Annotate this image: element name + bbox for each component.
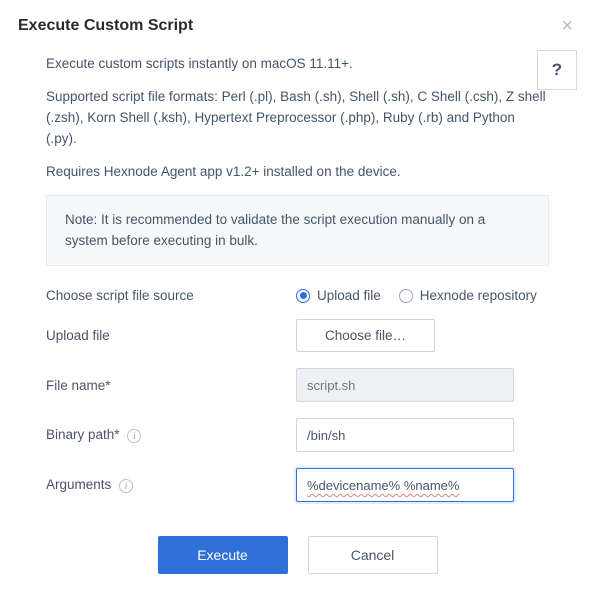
info-icon[interactable]: i bbox=[119, 479, 133, 493]
label-source: Choose script file source bbox=[46, 288, 296, 303]
close-button[interactable]: × bbox=[557, 16, 577, 36]
intro-line-2: Supported script file formats: Perl (.pl… bbox=[46, 87, 549, 150]
arguments-input[interactable]: %devicename% %name% bbox=[296, 468, 514, 502]
intro-line-3: Requires Hexnode Agent app v1.2+ install… bbox=[46, 162, 549, 183]
radio-repo-label: Hexnode repository bbox=[420, 288, 537, 303]
intro-line-1: Execute custom scripts instantly on macO… bbox=[46, 54, 549, 75]
label-arguments: Arguments i bbox=[46, 477, 296, 493]
label-binary-path: Binary path* i bbox=[46, 427, 296, 443]
row-source: Choose script file source Upload file He… bbox=[46, 288, 549, 303]
arguments-text: Arguments bbox=[46, 477, 111, 492]
close-icon: × bbox=[561, 15, 573, 37]
modal-title: Execute Custom Script bbox=[18, 17, 193, 35]
row-arguments: Arguments i %devicename% %name% bbox=[46, 468, 549, 502]
binary-path-input[interactable] bbox=[296, 418, 514, 452]
row-upload-file: Upload file Choose file… bbox=[46, 319, 549, 352]
label-filename: File name* bbox=[46, 378, 296, 393]
modal-footer: Execute Cancel bbox=[46, 518, 549, 584]
info-icon[interactable]: i bbox=[127, 429, 141, 443]
radio-hexnode-repo[interactable]: Hexnode repository bbox=[399, 288, 537, 303]
intro-text: Execute custom scripts instantly on macO… bbox=[46, 54, 549, 183]
modal-body: ? Execute custom scripts instantly on ma… bbox=[0, 48, 595, 594]
radio-upload-file[interactable]: Upload file bbox=[296, 288, 381, 303]
row-binary-path: Binary path* i bbox=[46, 418, 549, 452]
execute-script-modal: Execute Custom Script × ? Execute custom… bbox=[0, 0, 595, 594]
help-button[interactable]: ? bbox=[537, 50, 577, 90]
help-icon: ? bbox=[552, 60, 562, 79]
source-options: Upload file Hexnode repository bbox=[296, 288, 549, 303]
cancel-button[interactable]: Cancel bbox=[308, 536, 438, 574]
radio-dot-icon bbox=[399, 289, 413, 303]
radio-upload-label: Upload file bbox=[317, 288, 381, 303]
binary-path-text: Binary path* bbox=[46, 427, 120, 442]
radio-dot-icon bbox=[296, 289, 310, 303]
label-upload-file: Upload file bbox=[46, 328, 296, 343]
arguments-value: %devicename% %name% bbox=[307, 478, 459, 493]
execute-button[interactable]: Execute bbox=[158, 536, 288, 574]
modal-header: Execute Custom Script × bbox=[0, 0, 595, 48]
filename-input bbox=[296, 368, 514, 402]
row-filename: File name* bbox=[46, 368, 549, 402]
choose-file-button[interactable]: Choose file… bbox=[296, 319, 435, 352]
note-box: Note: It is recommended to validate the … bbox=[46, 195, 549, 267]
